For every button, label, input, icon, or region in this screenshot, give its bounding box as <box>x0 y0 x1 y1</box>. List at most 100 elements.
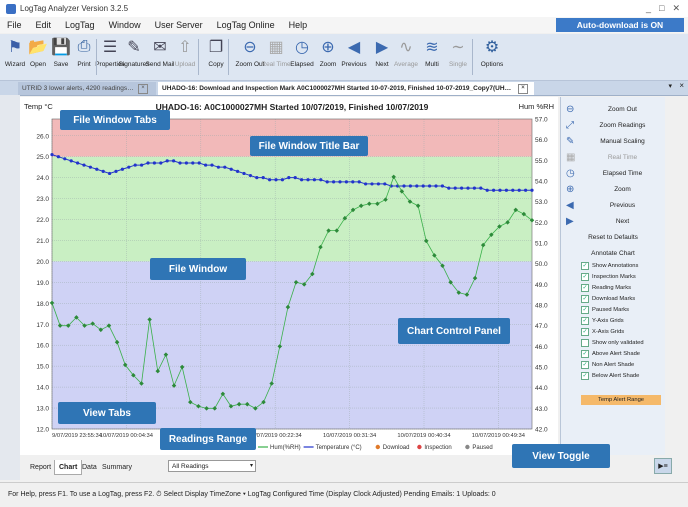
checkbox[interactable]: ✓ <box>581 262 589 270</box>
temperature-point <box>165 159 169 163</box>
close-window-icon[interactable]: × <box>679 81 684 90</box>
menu-help[interactable]: Help <box>282 20 315 30</box>
panel-button-label: Real Time <box>607 153 638 161</box>
toolbar-label: Wizard <box>4 61 26 68</box>
toolbar-separator <box>472 39 473 75</box>
menu-logtag-online[interactable]: LogTag Online <box>210 20 282 30</box>
menu-window[interactable]: Window <box>102 20 148 30</box>
view-tab-summary[interactable]: Summary <box>98 460 136 474</box>
file-tab-2[interactable]: UHADO-16: Download and Inspection Mark A… <box>158 82 534 95</box>
ytick-label-right: 52.0 <box>535 220 548 227</box>
panel-check-non-alert-shade[interactable]: ✓ Non Alert Shade <box>581 360 665 370</box>
minimize-button[interactable]: _ <box>646 3 651 14</box>
menu-edit[interactable]: Edit <box>29 20 59 30</box>
checkbox[interactable] <box>581 339 589 347</box>
checkbox[interactable]: ✓ <box>581 328 589 336</box>
toolbar-elapsed-button[interactable]: ◷ Elapsed <box>290 36 314 68</box>
toolbar-upload-button[interactable]: ⇧ Upload <box>173 36 197 68</box>
ytick-label-right: 48.0 <box>535 303 548 310</box>
temperature-point <box>485 188 489 192</box>
panel-check-x-axis-grids[interactable]: ✓ X-Axis Grids <box>581 327 665 337</box>
panel-next-button[interactable]: ▶ Next <box>561 213 665 229</box>
toolbar-options-gear-button[interactable]: ⚙ Options <box>480 36 504 68</box>
panel-check-below-alert-shade[interactable]: ✓ Below Alert Shade <box>581 371 665 381</box>
temperature-point <box>325 180 329 184</box>
callout-readings-range: Readings Range <box>160 428 256 450</box>
ytick-label-right: 46.0 <box>535 344 548 351</box>
panel-check-show-only-validated[interactable]: Show only validated <box>581 338 665 348</box>
readings-range-select[interactable]: All Readings ▾ <box>168 460 256 472</box>
toolbar-copy-button[interactable]: ❐ Copy <box>204 36 228 68</box>
panel-check-inspection-marks[interactable]: ✓ Inspection Marks <box>581 272 665 282</box>
toolbar-open-folder-button[interactable]: 📂 Open <box>26 36 50 68</box>
panel-zoom-out-button[interactable]: ⊖ Zoom Out <box>561 101 665 117</box>
checkbox[interactable]: ✓ <box>581 317 589 325</box>
toolbar-previous-button[interactable]: ◀ Previous <box>341 36 366 68</box>
panel-previous-button[interactable]: ◀ Previous <box>561 197 665 213</box>
toolbar-mail-button[interactable]: ✉ Send Mail <box>146 36 175 68</box>
view-tab-report[interactable]: Report <box>26 460 55 474</box>
temperature-point <box>524 188 528 192</box>
panel-annotate-chart-button[interactable]: Annotate Chart <box>561 245 665 261</box>
temperature-point <box>402 184 406 188</box>
panel-check-show-annotations[interactable]: ✓ Show Annotations <box>581 261 665 271</box>
toolbar-wizard-button[interactable]: ⚑ Wizard <box>3 36 27 68</box>
toolbar-save-button[interactable]: 💾 Save <box>49 36 73 68</box>
checkbox[interactable]: ✓ <box>581 295 589 303</box>
tab-scroll-icon[interactable]: ▾ <box>668 82 672 90</box>
panel-button-label: Zoom Out <box>608 105 637 113</box>
panel-elapsed-time-button[interactable]: ◷ Elapsed Time <box>561 165 665 181</box>
ytick-label-left: 15.0 <box>36 364 49 371</box>
checkbox[interactable]: ✓ <box>581 350 589 358</box>
panel-check-y-axis-grids[interactable]: ✓ Y-Axis Grids <box>581 316 665 326</box>
checkbox[interactable]: ✓ <box>581 273 589 281</box>
checkbox[interactable]: ✓ <box>581 361 589 369</box>
toolbar-single-button[interactable]: ∼ Single <box>446 36 470 68</box>
toolbar-signatures-button[interactable]: ✎ Signatures <box>118 36 149 68</box>
temp-alert-range-button[interactable]: Temp Alert Range <box>581 395 661 405</box>
panel-manual-scaling-button[interactable]: ✎ Manual Scaling <box>561 133 665 149</box>
checkbox[interactable]: ✓ <box>581 284 589 292</box>
temperature-point <box>88 165 92 169</box>
menu-file[interactable]: File <box>0 20 29 30</box>
temperature-point <box>319 178 323 182</box>
panel-reset-to-defaults-button[interactable]: Reset to Defaults <box>561 229 665 245</box>
toolbar-calendar-button[interactable]: ▦ Real Time <box>261 36 290 68</box>
auto-download-status[interactable]: Auto-download is ON <box>556 18 684 32</box>
close-tab-icon[interactable]: × <box>518 83 528 94</box>
file-tab-1[interactable]: UTRID 3 lower alerts, 4290 readings_Copy… <box>18 82 156 95</box>
temperature-point <box>376 182 380 186</box>
toolbar-print-button[interactable]: ⎙ Print <box>72 36 96 68</box>
toolbar-label: Elapsed <box>290 61 314 68</box>
view-toggle-button[interactable]: ▶≡ <box>654 458 672 474</box>
maximize-button[interactable]: □ <box>659 3 664 14</box>
ytick-label-left: 25.0 <box>36 154 49 161</box>
ytick-label-left: 26.0 <box>36 133 49 140</box>
panel-check-download-marks[interactable]: ✓ Download Marks <box>581 294 665 304</box>
checkbox[interactable]: ✓ <box>581 372 589 380</box>
temperature-point <box>440 184 444 188</box>
toolbar-zoom-out-button[interactable]: ⊖ Zoom Out <box>236 36 265 68</box>
panel-check-paused-marks[interactable]: ✓ Paused Marks <box>581 305 665 315</box>
panel-button-label: Previous <box>609 201 636 209</box>
checkbox[interactable]: ✓ <box>581 306 589 314</box>
toolbar-average-button[interactable]: ∿ Average <box>394 36 418 68</box>
callout-file-window-tabs: File Window Tabs <box>60 110 170 130</box>
menu-user-server[interactable]: User Server <box>148 20 210 30</box>
menu-logtag[interactable]: LogTag <box>58 20 102 30</box>
panel-zoom-button[interactable]: ⊕ Zoom <box>561 181 665 197</box>
panel-check-reading-marks[interactable]: ✓ Reading Marks <box>581 283 665 293</box>
checkbox-label: X-Axis Grids <box>592 329 625 335</box>
temperature-point <box>344 180 348 184</box>
toolbar-multi-button[interactable]: ≋ Multi <box>420 36 444 68</box>
close-button[interactable]: ✕ <box>672 3 680 14</box>
temperature-point <box>108 171 112 176</box>
temperature-point <box>248 173 252 178</box>
temperature-point <box>140 163 144 167</box>
panel-real-time-button[interactable]: ▦ Real Time <box>561 149 665 165</box>
panel-check-above-alert-shade[interactable]: ✓ Above Alert Shade <box>581 349 665 359</box>
close-tab-icon[interactable]: × <box>138 83 148 94</box>
toolbar-next-button[interactable]: ▶ Next <box>370 36 394 68</box>
toolbar-zoom-button[interactable]: ⊕ Zoom <box>316 36 340 68</box>
panel-zoom-readings-button[interactable]: ⤢ Zoom Readings <box>561 117 665 133</box>
